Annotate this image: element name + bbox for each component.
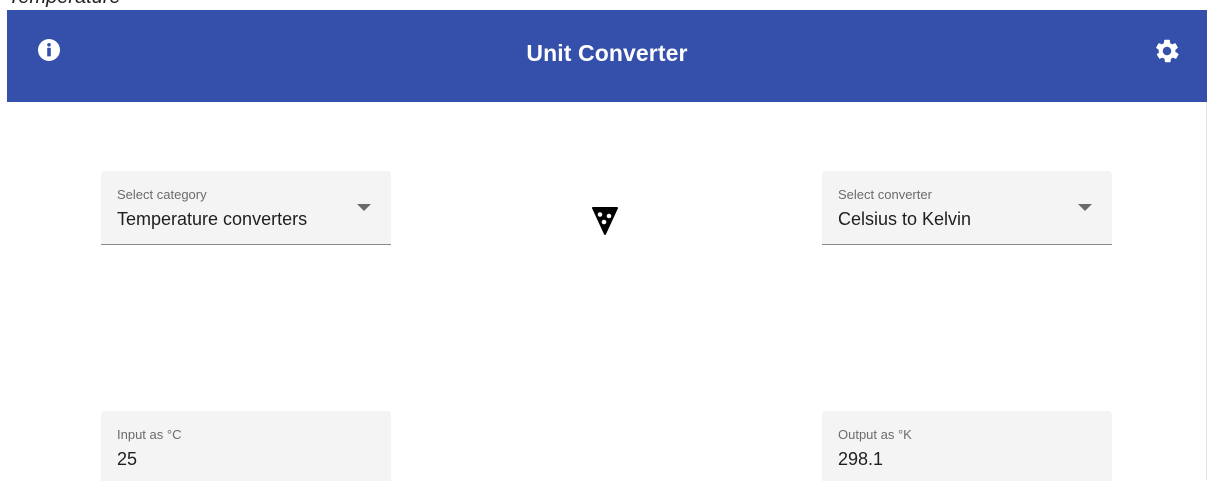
dropdown-arrow-icon xyxy=(357,204,371,211)
gear-icon[interactable] xyxy=(1153,37,1181,65)
content-divider xyxy=(1206,102,1207,480)
output-field-label: Output as °K xyxy=(838,427,912,442)
category-select-value: Temperature converters xyxy=(117,209,308,229)
dropdown-arrow-icon xyxy=(1078,204,1092,211)
input-field-value[interactable]: 25 xyxy=(117,449,137,470)
app-bar: Unit Converter xyxy=(7,10,1207,102)
swap-icon[interactable] xyxy=(592,206,618,236)
category-select-label: Select category xyxy=(117,187,207,202)
output-field-value[interactable]: 298.1 xyxy=(838,449,883,470)
output-field[interactable]: Output as °K 298.1 xyxy=(822,411,1112,481)
converter-select-label: Select converter xyxy=(838,187,932,202)
category-select[interactable]: Select category Temperature converters xyxy=(101,171,391,245)
input-field[interactable]: Input as °C 25 xyxy=(101,411,391,481)
app-title: Unit Converter xyxy=(526,40,688,66)
converter-select-value: Celsius to Kelvin xyxy=(838,209,972,229)
converter-select[interactable]: Select converter Celsius to Kelvin xyxy=(822,171,1112,245)
page-heading: Temperature xyxy=(8,0,121,9)
input-field-label: Input as °C xyxy=(117,427,182,442)
